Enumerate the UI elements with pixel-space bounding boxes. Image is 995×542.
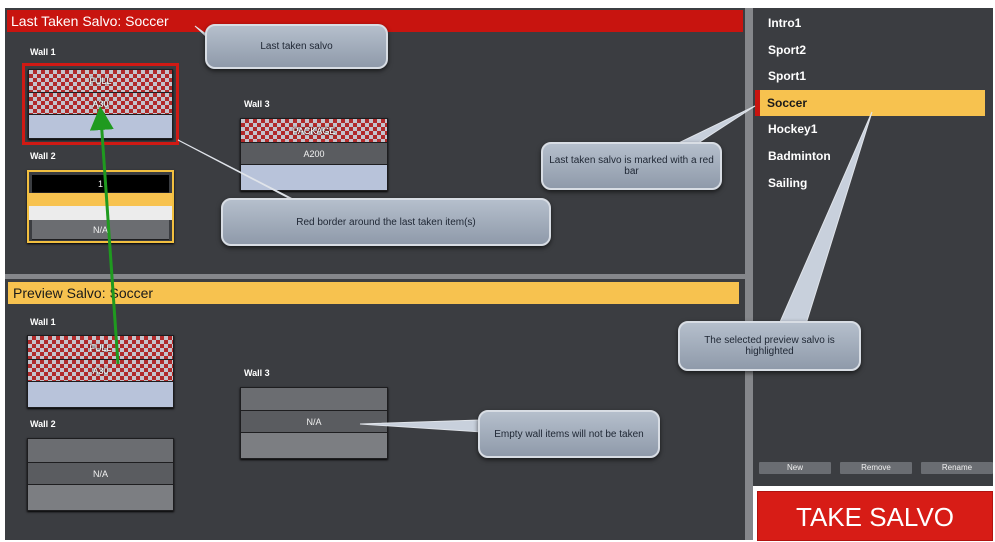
last-wall2-row-3 <box>29 206 172 220</box>
salvo-item-soccer[interactable]: Soccer <box>755 90 985 116</box>
salvo-item-sailing[interactable]: Sailing <box>758 170 988 196</box>
last-wall1-tile[interactable]: FULL A30 <box>28 69 173 139</box>
preview-wall1-tile[interactable]: FULL A30 <box>27 335 174 408</box>
last-wall3-label: Wall 3 <box>244 99 270 109</box>
preview-wall2-label: Wall 2 <box>30 419 56 429</box>
rename-button[interactable]: Rename <box>921 462 993 474</box>
new-button[interactable]: New <box>759 462 831 474</box>
salvo-item-intro1[interactable]: Intro1 <box>758 10 988 36</box>
preview-wall3-label: Wall 3 <box>244 368 270 378</box>
preview-wall2-row-top <box>28 439 173 463</box>
preview-wall1-row-a30: A30 <box>28 360 173 382</box>
last-wall3-row-empty <box>241 165 387 191</box>
last-wall3-row-a200: A200 <box>241 143 387 165</box>
last-wall2-row-2 <box>29 193 172 206</box>
last-wall1-row-full: FULL <box>29 70 172 93</box>
preview-wall3-tile[interactable]: N/A <box>240 387 388 459</box>
preview-wall3-row-top <box>241 388 387 411</box>
take-salvo-button[interactable]: TAKE SALVO <box>757 491 993 541</box>
last-wall2-tile[interactable]: 1 N/A <box>27 170 174 243</box>
callout-highlighted: The selected preview salvo is highlighte… <box>678 321 861 371</box>
last-wall1-row-a30: A30 <box>29 93 172 115</box>
last-wall3-row-package: PACKAGE <box>241 119 387 143</box>
salvo-item-sport2[interactable]: Sport2 <box>758 37 988 63</box>
callout-red-bar: Last taken salvo is marked with a red ba… <box>541 142 722 190</box>
preview-wall2-row-bottom <box>28 485 173 511</box>
last-wall1-row-empty <box>29 115 172 139</box>
callout-last-taken: Last taken salvo <box>205 24 388 69</box>
last-wall2-label: Wall 2 <box>30 151 56 161</box>
remove-button[interactable]: Remove <box>840 462 912 474</box>
last-wall2-row-na: N/A <box>32 220 169 240</box>
last-wall1-label: Wall 1 <box>30 47 56 57</box>
preview-wall1-row-empty <box>28 382 173 408</box>
callout-empty-items: Empty wall items will not be taken <box>478 410 660 458</box>
preview-wall3-row-na: N/A <box>241 411 387 433</box>
last-wall2-row-1: 1 <box>32 175 169 193</box>
preview-title-bar: Preview Salvo: Soccer <box>8 282 739 304</box>
preview-wall2-row-na: N/A <box>28 463 173 485</box>
preview-wall1-label: Wall 1 <box>30 317 56 327</box>
callout-red-border: Red border around the last taken item(s) <box>221 198 551 246</box>
salvo-item-badminton[interactable]: Badminton <box>758 143 988 169</box>
vertical-divider <box>745 8 753 540</box>
last-wall3-tile[interactable]: PACKAGE A200 <box>240 118 388 191</box>
preview-wall1-row-full: FULL <box>28 336 173 360</box>
salvo-item-sport1[interactable]: Sport1 <box>758 63 988 89</box>
preview-wall3-row-bottom <box>241 433 387 459</box>
preview-wall2-tile[interactable]: N/A <box>27 438 174 511</box>
salvo-item-hockey1[interactable]: Hockey1 <box>758 116 988 142</box>
